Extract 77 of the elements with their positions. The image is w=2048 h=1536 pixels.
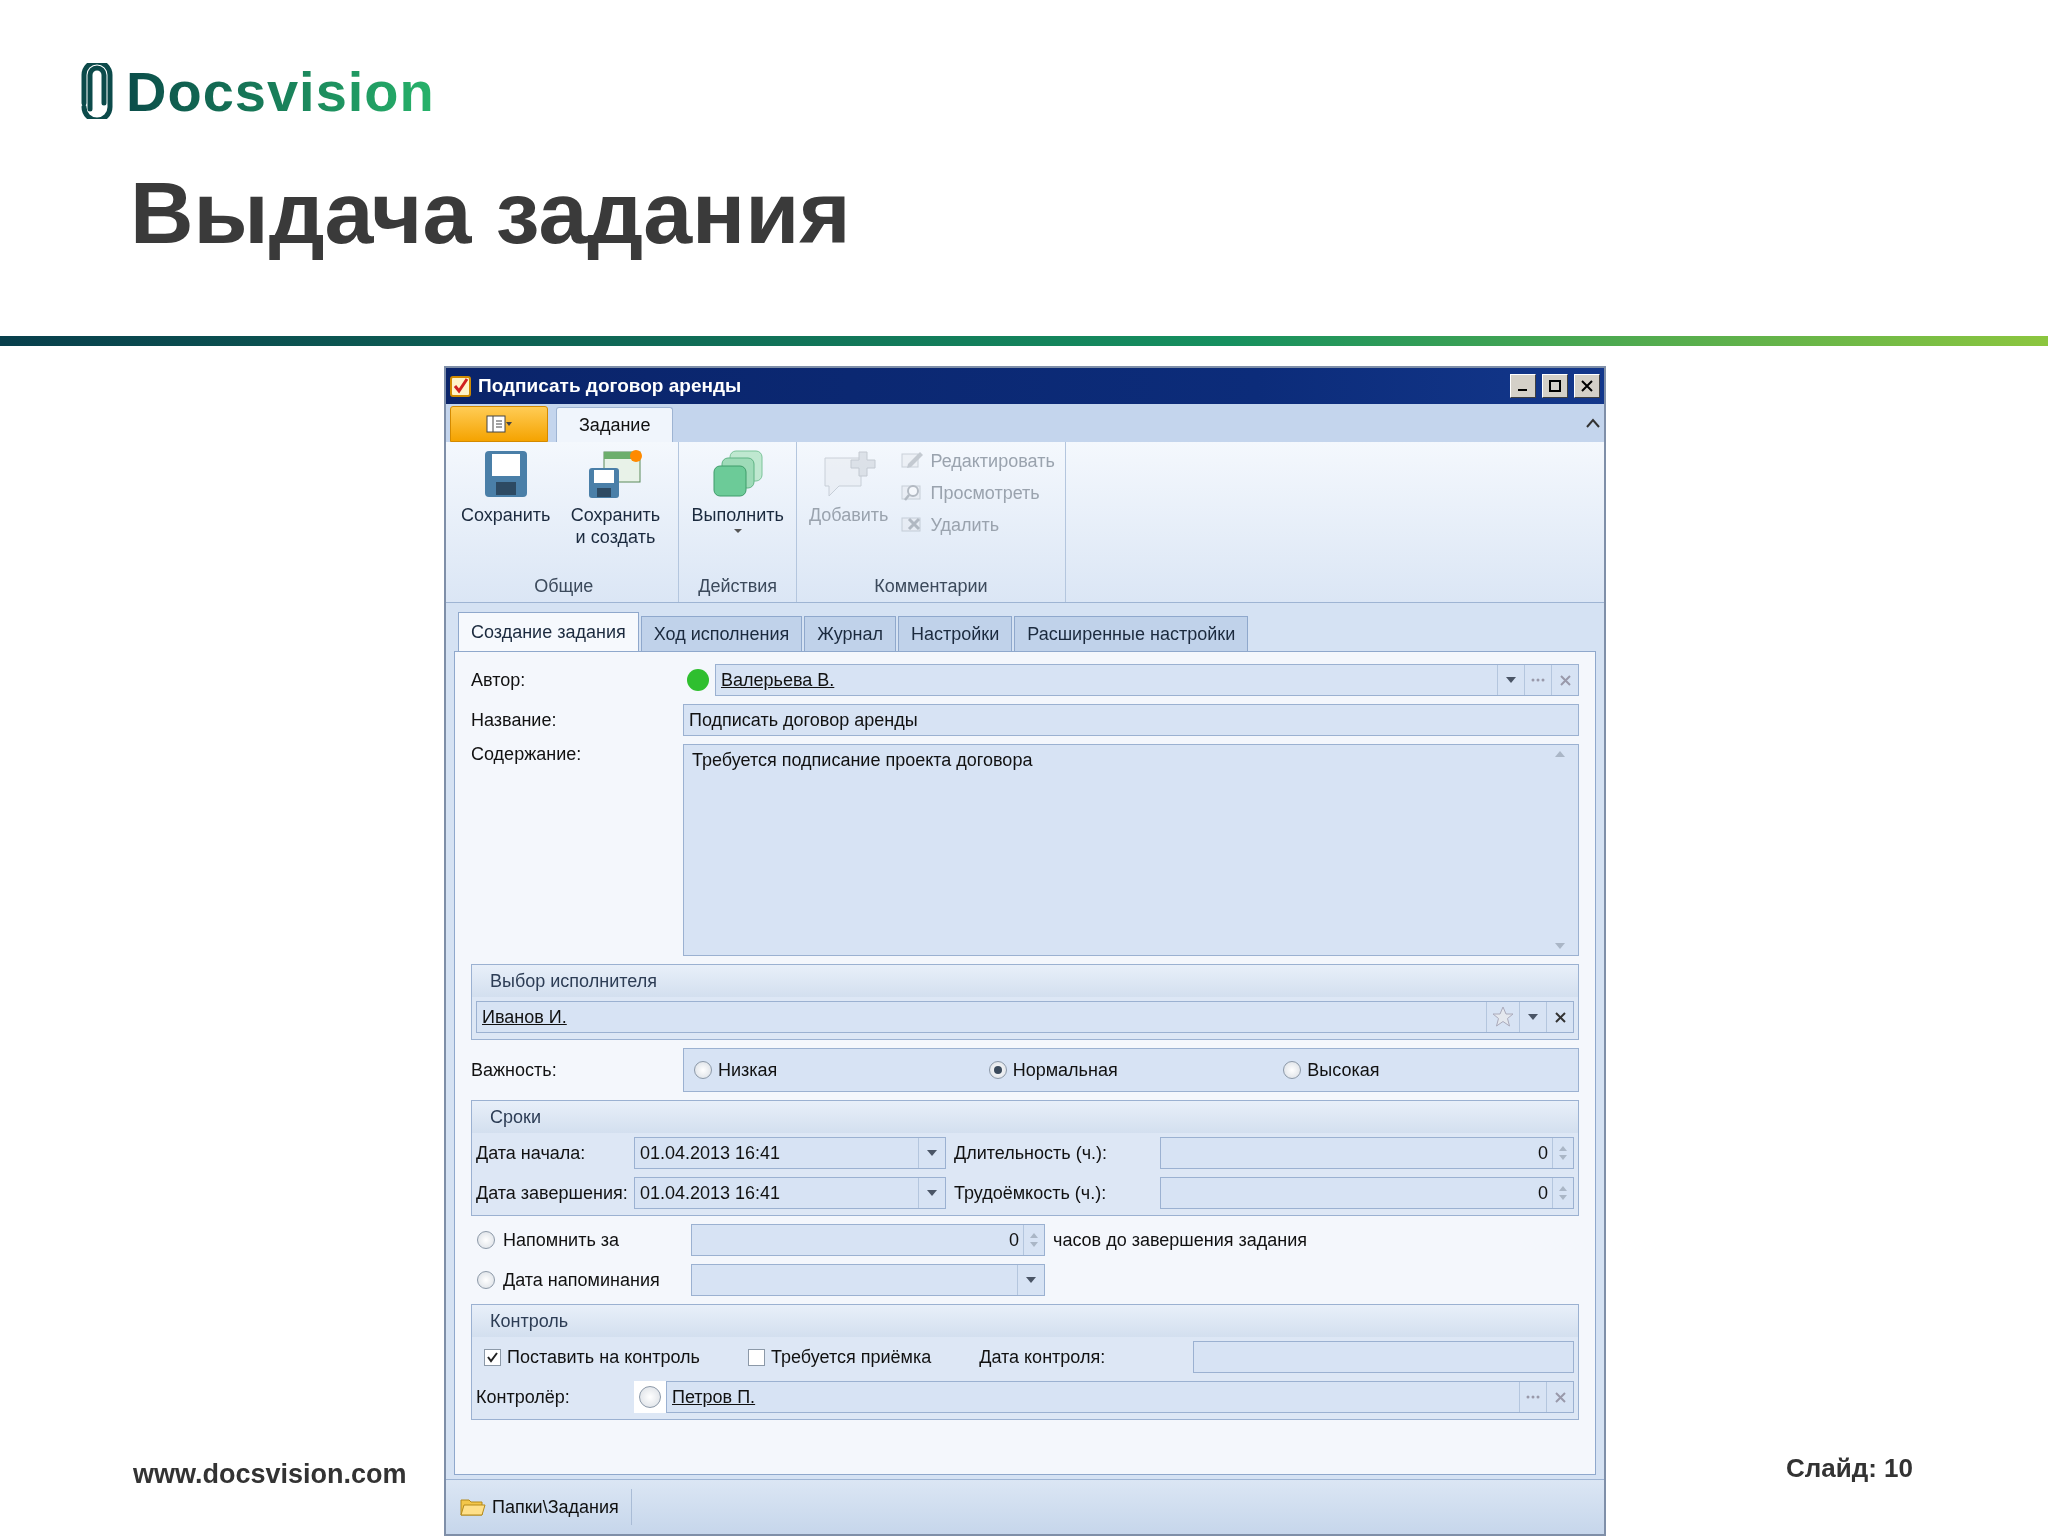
radio-label: Высокая (1307, 1059, 1380, 1081)
radio-button[interactable] (988, 1061, 1007, 1079)
radio-button[interactable] (1283, 1061, 1302, 1079)
ellipsis-icon[interactable] (1526, 1395, 1540, 1399)
ribbon-button[interactable]: Сохранить и создать (560, 446, 671, 550)
tab[interactable]: Расширенные настройки (1014, 616, 1249, 651)
website-url: www.docsvision.com (133, 1459, 407, 1489)
checkbox-label: Требуется приёмка (771, 1346, 932, 1368)
group-label: Действия (697, 575, 779, 598)
close-button[interactable] (1574, 374, 1600, 398)
checkbox[interactable] (748, 1348, 765, 1366)
dropdown-arrow-icon[interactable] (1505, 676, 1517, 684)
ribbon-tab[interactable]: Задание (556, 407, 674, 442)
field-label: Дата начала: (476, 1142, 587, 1164)
radio-button[interactable] (477, 1271, 495, 1289)
number-field[interactable]: 0 (1160, 1137, 1574, 1169)
field-label: Дата контроля: (979, 1346, 1107, 1368)
checkbox-label: Поставить на контроль (507, 1346, 700, 1368)
field-label: Трудоёмкость (ч.): (953, 1182, 1108, 1204)
name-field[interactable]: Подписать договор аренды (683, 704, 1579, 736)
clear-icon[interactable] (1554, 1011, 1566, 1023)
close-icon[interactable] (1581, 380, 1593, 392)
slide-number: Слайд: 10 (1786, 1453, 1914, 1483)
folder-icon (460, 1497, 486, 1517)
maximize-icon[interactable] (1549, 380, 1561, 392)
radio-button[interactable] (694, 1061, 712, 1079)
date-field[interactable]: 01.04.2013 16:41 (634, 1177, 946, 1209)
dropdown-arrow-icon[interactable] (1527, 1013, 1539, 1021)
checkbox[interactable] (484, 1348, 501, 1366)
group-title: Сроки (472, 1101, 1578, 1133)
number-field[interactable]: 0 (691, 1224, 1045, 1256)
group-title: Контроль (472, 1305, 1578, 1337)
performer-field[interactable]: Иванов И. (476, 1001, 1574, 1033)
controller-field[interactable]: Петров П. (666, 1381, 1574, 1413)
radio-label: Дата напоминания (503, 1269, 660, 1291)
tab[interactable]: Настройки (897, 616, 1013, 651)
collapse-icon[interactable] (1586, 418, 1600, 428)
ellipsis-icon[interactable] (1531, 678, 1545, 682)
field-label: Длительность (ч.): (953, 1142, 1109, 1164)
field-label: Контролёр: (476, 1386, 571, 1408)
field-label: Название: (471, 709, 558, 731)
checkbox-task-icon (450, 375, 472, 397)
field-label: Содержание: (471, 744, 583, 765)
window-title: Подписать договор аренды (478, 375, 743, 397)
folder-path[interactable]: Папки\Задания (492, 1496, 619, 1518)
caret-icon[interactable] (732, 528, 743, 534)
date-field[interactable]: 01.04.2013 16:41 (634, 1137, 946, 1169)
radio-label: Нормальная (1012, 1059, 1118, 1081)
date-field[interactable] (1193, 1341, 1574, 1373)
dropdown-arrow-icon[interactable] (926, 1189, 938, 1197)
field-label: Важность: (471, 1059, 558, 1081)
slide-title: Выдача задания (130, 162, 852, 264)
maximize-button[interactable] (1542, 374, 1568, 398)
group-title: Выбор исполнителя (472, 965, 1578, 997)
dropdown-arrow-icon[interactable] (1025, 1276, 1037, 1284)
group-label: Общие (533, 575, 595, 598)
field-suffix: часов до завершения задания (1053, 1229, 1308, 1251)
ribbon-button[interactable]: Выполнить (687, 446, 788, 528)
paperclip-icon (80, 63, 114, 119)
field-label: Дата завершения: (476, 1182, 629, 1204)
tab[interactable]: Журнал (804, 616, 896, 651)
number-field[interactable]: 0 (1160, 1177, 1574, 1209)
dropdown-arrow-icon[interactable] (926, 1149, 938, 1157)
floppy-window-icon (586, 448, 645, 500)
minimize-button[interactable] (1510, 374, 1536, 398)
panel-menu-icon[interactable] (486, 415, 512, 433)
author-field[interactable]: Валерьева В. (715, 664, 1579, 696)
radio-label: Низкая (718, 1059, 778, 1081)
date-field[interactable] (691, 1264, 1045, 1296)
radio-button[interactable] (477, 1231, 495, 1249)
tab[interactable]: Ход исполнения (640, 616, 803, 651)
group-label: Комментарии (873, 575, 989, 598)
app-menu-button[interactable] (450, 406, 548, 442)
tab[interactable]: Создание задания (458, 612, 639, 651)
radio-label: Напомнить за (503, 1229, 620, 1251)
ribbon-button[interactable]: Сохранить (457, 446, 555, 528)
field-label: Автор: (471, 669, 527, 691)
